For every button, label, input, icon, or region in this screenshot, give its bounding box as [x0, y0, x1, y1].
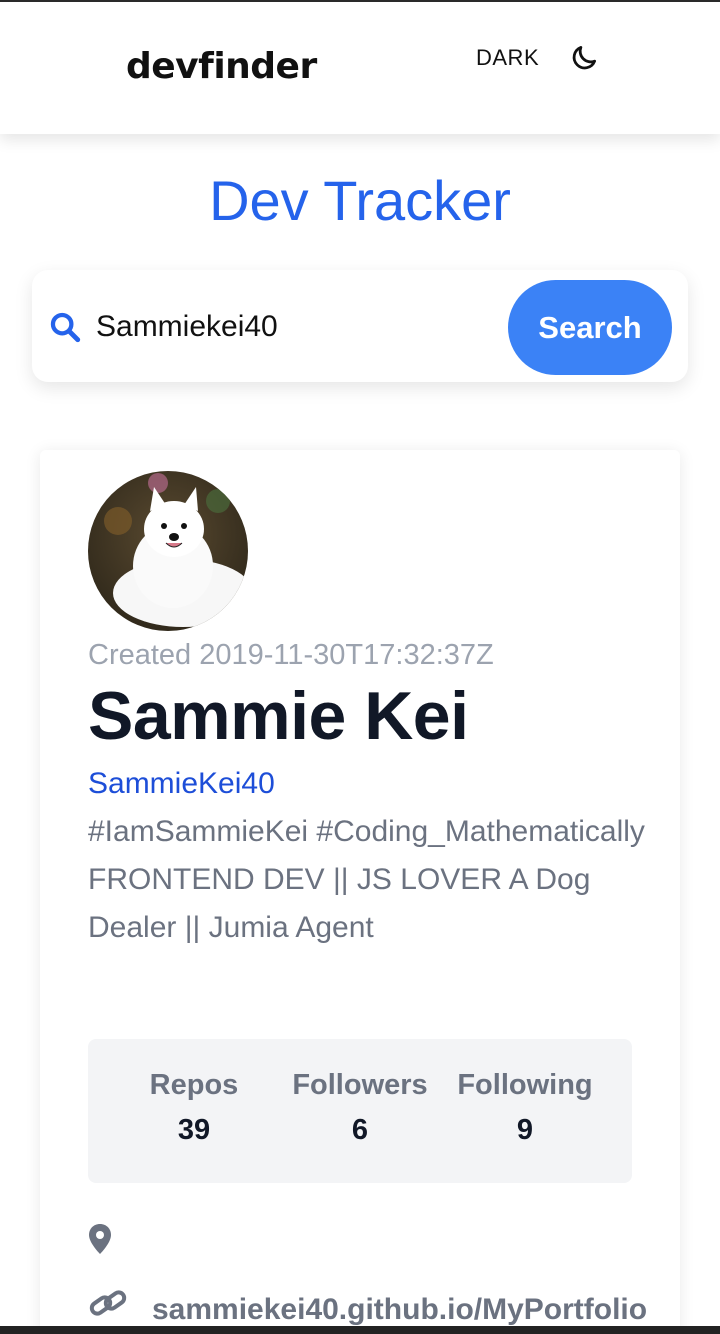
- stat-value: 9: [516, 1114, 534, 1146]
- search-bar: Search: [32, 270, 688, 382]
- link-icon: [88, 1286, 128, 1320]
- stat-following: Following 9: [440, 1069, 610, 1147]
- stats-panel: Repos 39 Followers 6 Following 9: [88, 1039, 632, 1183]
- search-button[interactable]: Search: [508, 280, 672, 375]
- stat-label: Followers: [292, 1069, 428, 1101]
- stat-followers: Followers 6: [275, 1069, 445, 1147]
- bottom-edge-bar: [0, 1326, 720, 1334]
- avatar: [88, 471, 248, 631]
- profile-username-link[interactable]: SammieKei40: [88, 767, 275, 801]
- moon-icon: [569, 43, 599, 73]
- profile-card: Created 2019-11-30T17:32:37Z Sammie Kei …: [40, 450, 680, 1334]
- theme-toggle-label: DARK: [476, 45, 540, 70]
- search-input[interactable]: [96, 304, 496, 350]
- stat-repos: Repos 39: [109, 1069, 279, 1147]
- stat-label: Repos: [149, 1069, 239, 1101]
- profile-bio: #IamSammieKei #Coding_Mathematically FRO…: [88, 815, 645, 944]
- theme-toggle-button[interactable]: DARK: [476, 40, 599, 76]
- app-header: devfinder DARK: [0, 2, 720, 134]
- map-pin-icon: [88, 1223, 112, 1255]
- created-date: Created 2019-11-30T17:32:37Z: [88, 639, 494, 671]
- page-title: Dev Tracker: [209, 169, 511, 232]
- stat-value: 39: [177, 1114, 211, 1146]
- profile-name: Sammie Kei: [88, 678, 469, 754]
- blog-link[interactable]: sammiekei40.github.io/MyPortfolio: [152, 1293, 647, 1327]
- stat-label: Following: [457, 1069, 593, 1101]
- stat-value: 6: [351, 1114, 369, 1146]
- brand-logo[interactable]: devfinder: [126, 46, 317, 87]
- search-icon: [48, 310, 82, 344]
